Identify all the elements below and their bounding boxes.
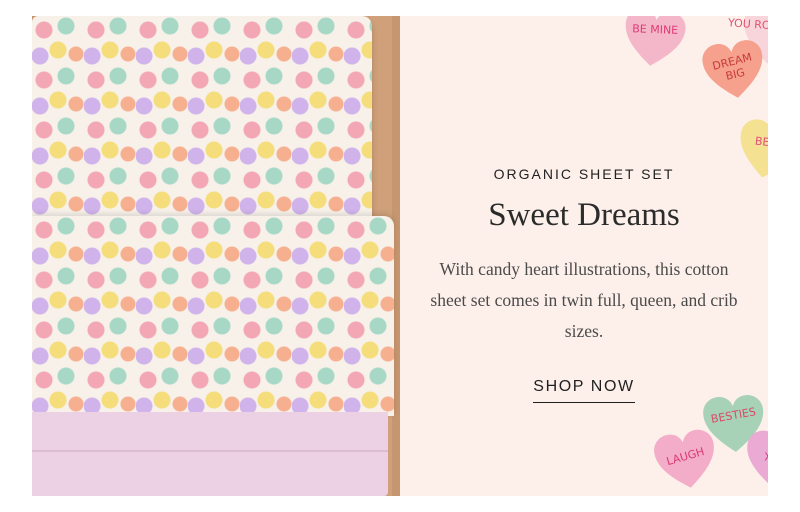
cta-wrapper: SHOP NOW	[400, 378, 768, 403]
heart-label: XOXO	[764, 450, 768, 464]
heart-label: BE MINE	[632, 22, 679, 37]
promo-description: With candy heart illustrations, this cot…	[430, 259, 738, 341]
candy-heart-dream-big: DREAM BIG	[698, 36, 768, 104]
fitted-sheet	[32, 216, 394, 416]
pillowcase	[32, 16, 372, 232]
promo-title: Sweet Dreams	[488, 197, 680, 233]
pink-quilt	[32, 412, 388, 496]
candy-heart-laugh: LAUGH	[649, 425, 722, 495]
product-kicker: ORGANIC SHEET SET	[493, 166, 675, 182]
promo-panel: BE MINE YOU ROCK DREAM BIG BESTIES BESTI…	[400, 16, 768, 496]
sheet-set-photo[interactable]	[32, 16, 400, 496]
candy-heart-be-mine: BE MINE	[618, 16, 690, 72]
promo-banner: BE MINE YOU ROCK DREAM BIG BESTIES BESTI…	[32, 16, 768, 496]
shop-now-button[interactable]: SHOP NOW	[533, 378, 635, 403]
